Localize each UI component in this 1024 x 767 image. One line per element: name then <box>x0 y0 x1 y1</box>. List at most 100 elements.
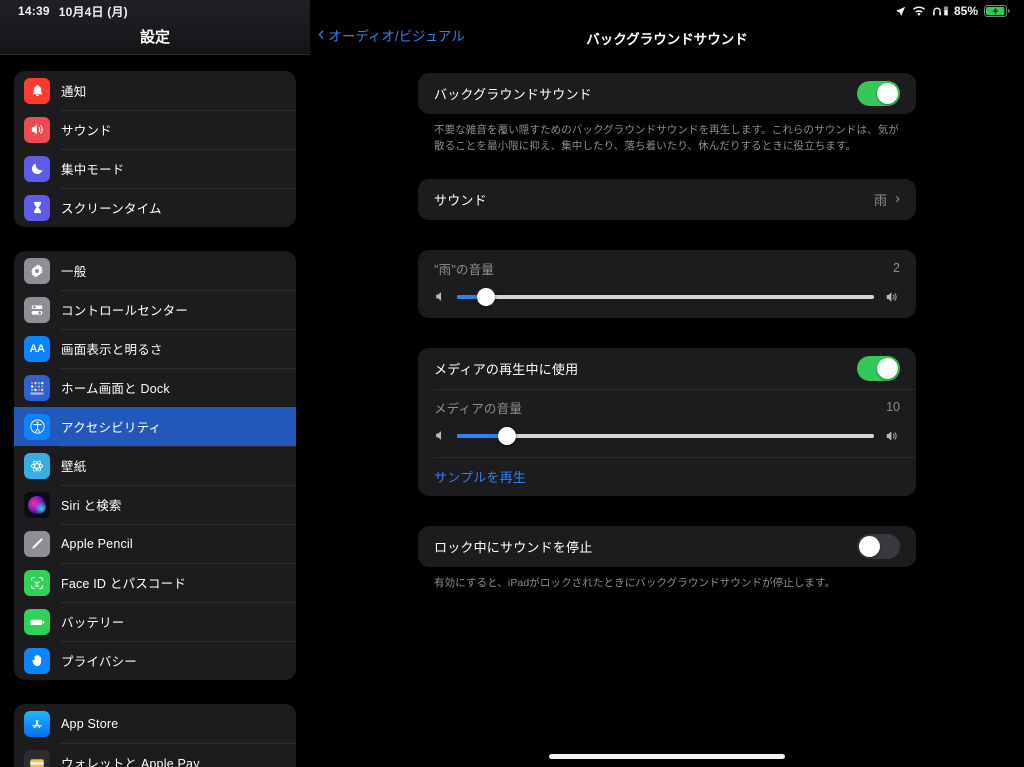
sidebar-list[interactable]: 通知 サウンド 集中モード スクリーンタイム 一般 コントロールセンター AA … <box>0 71 310 767</box>
sidebar-title: 設定 <box>139 29 170 46</box>
sidebar-item-app-store[interactable]: App Store <box>14 704 296 743</box>
media-volume-head: メディアの音量 10 <box>434 398 900 417</box>
sound-volume-block: "雨"の音量 2 <box>418 250 916 318</box>
sidebar-item-label: プライバシー <box>61 655 137 669</box>
sound-row-value: 雨 <box>873 192 887 208</box>
sidebar-item-label: Apple Pencil <box>61 536 133 551</box>
bell-icon <box>24 77 50 104</box>
sidebar-item-screentime[interactable]: スクリーンタイム <box>14 188 296 227</box>
sidebar-item-label: 集中モード <box>61 163 125 177</box>
chevron-right-icon: › <box>895 190 900 208</box>
sidebar-item-label: App Store <box>61 716 119 731</box>
use-while-media-row[interactable]: メディアの再生中に使用 <box>418 348 916 389</box>
sidebar-item-label: Siri と検索 <box>61 499 122 513</box>
speaker-icon <box>24 116 50 143</box>
speaker-low-icon <box>434 429 447 442</box>
speaker-high-icon <box>884 290 900 304</box>
speaker-high-icon <box>884 429 900 443</box>
sound-volume-label: "雨"の音量 <box>434 262 495 277</box>
media-volume-label: メディアの音量 <box>434 401 523 416</box>
sidebar-item-siri-search[interactable]: Siri と検索 <box>14 485 296 524</box>
switches-icon <box>24 296 50 323</box>
sidebar-item-home-screen-dock[interactable]: ホーム画面と Dock <box>14 368 296 407</box>
sound-card: サウンド 雨 › <box>418 178 916 220</box>
background-sound-toggle[interactable] <box>857 81 900 106</box>
sound-row[interactable]: サウンド 雨 › <box>418 179 916 220</box>
use-while-media-toggle[interactable] <box>857 355 900 381</box>
sidebar-item-display-brightness[interactable]: AA 画面表示と明るさ <box>14 329 296 368</box>
battery-icon <box>24 608 50 635</box>
wallet-icon <box>24 749 50 767</box>
sidebar-item-focus[interactable]: 集中モード <box>14 149 296 188</box>
sidebar-item-label: 壁紙 <box>61 460 87 474</box>
slider-track <box>457 433 874 438</box>
stop-when-locked-label: ロック中にサウンドを停止 <box>434 539 593 555</box>
slider-thumb[interactable] <box>498 426 517 445</box>
sound-row-label: サウンド <box>434 192 487 208</box>
use-while-media-label: メディアの再生中に使用 <box>434 361 579 377</box>
sound-volume-slider-row <box>434 287 900 306</box>
row-separator <box>434 388 916 390</box>
sound-volume-value: 2 <box>893 261 900 276</box>
play-sample-row[interactable]: サンプルを再生 <box>418 456 916 496</box>
play-sample-label: サンプルを再生 <box>434 469 527 485</box>
sound-volume-head: "雨"の音量 2 <box>434 259 900 278</box>
sidebar-item-label: Face ID とパスコード <box>61 577 187 591</box>
background-sound-row[interactable]: バックグラウンドサウンド <box>418 73 916 114</box>
speaker-low-icon <box>434 290 447 303</box>
toggle-knob <box>859 535 880 557</box>
sidebar-item-faceid-passcode[interactable]: Face ID とパスコード <box>14 563 296 602</box>
sidebar-item-label: アクセシビリティ <box>61 421 162 435</box>
media-volume-value: 10 <box>886 400 900 415</box>
sidebar-item-notifications[interactable]: 通知 <box>14 71 296 110</box>
sidebar-item-label: ホーム画面と Dock <box>61 382 170 396</box>
accessibility-icon <box>24 413 50 440</box>
sidebar-item-label: サウンド <box>61 124 112 138</box>
sidebar-item-sounds[interactable]: サウンド <box>14 110 296 149</box>
sidebar-item-label: コントロールセンター <box>61 304 189 318</box>
sidebar-item-wallpaper[interactable]: 壁紙 <box>14 446 296 485</box>
sidebar-item-label: 通知 <box>61 85 87 99</box>
sidebar-item-privacy[interactable]: プライバシー <box>14 641 296 680</box>
stop-when-locked-toggle[interactable] <box>857 533 900 559</box>
sidebar-item-accessibility[interactable]: アクセシビリティ <box>14 407 296 446</box>
media-volume-slider-row <box>434 426 900 445</box>
sound-volume-card: "雨"の音量 2 <box>418 249 916 318</box>
toggle-knob <box>877 83 898 104</box>
sidebar-group-1: 通知 サウンド 集中モード スクリーンタイム <box>14 71 296 227</box>
wallpaper-flower-icon <box>24 452 50 479</box>
stop-when-locked-row[interactable]: ロック中にサウンドを停止 <box>418 526 916 567</box>
app-store-icon <box>24 710 50 737</box>
detail-body: バックグラウンドサウンド 不要な雑音を覆い隠すためのバックグラウンドサウンドを再… <box>310 55 1024 591</box>
media-volume-block: メディアの音量 10 <box>418 388 916 457</box>
detail-pane: ‹ オーディオ/ビジュアル バックグラウンドサウンド バックグラウンドサウンド … <box>310 0 1024 767</box>
hourglass-icon <box>24 194 50 221</box>
sidebar-item-label: バッテリー <box>61 616 125 630</box>
gear-icon <box>24 257 50 284</box>
sound-volume-slider[interactable] <box>457 287 874 306</box>
siri-orb-icon <box>24 491 50 518</box>
sidebar-item-battery[interactable]: バッテリー <box>14 602 296 641</box>
face-id-icon <box>24 569 50 596</box>
media-volume-slider[interactable] <box>457 426 874 445</box>
stop-when-locked-footnote: 有効にすると、iPadがロックされたときにバックグラウンドサウンドが停止します。 <box>434 576 836 589</box>
home-indicator[interactable] <box>549 754 785 759</box>
sidebar-header: 設定 <box>0 0 310 55</box>
pencil-icon <box>24 530 50 557</box>
stop-when-locked-card: ロック中にサウンドを停止 <box>418 525 916 567</box>
media-card: メディアの再生中に使用 メディアの音量 10 サンプルを再生 <box>418 347 916 496</box>
sidebar-group-2: 一般 コントロールセンター AA 画面表示と明るさ ホーム画面と Dock アク… <box>14 251 296 680</box>
sidebar-item-apple-pencil[interactable]: Apple Pencil <box>14 524 296 563</box>
slider-thumb[interactable] <box>477 287 496 306</box>
sidebar-item-label: 一般 <box>61 265 87 279</box>
home-screen-grid-icon <box>24 374 50 401</box>
slider-track <box>457 294 874 299</box>
sidebar-item-control-center[interactable]: コントロールセンター <box>14 290 296 329</box>
detail-navigation-bar: ‹ オーディオ/ビジュアル バックグラウンドサウンド <box>310 0 1024 55</box>
sidebar-item-wallet-apple-pay[interactable]: ウォレットと Apple Pay <box>14 743 296 767</box>
sidebar-item-general[interactable]: 一般 <box>14 251 296 290</box>
background-sound-label: バックグラウンドサウンド <box>434 87 592 102</box>
